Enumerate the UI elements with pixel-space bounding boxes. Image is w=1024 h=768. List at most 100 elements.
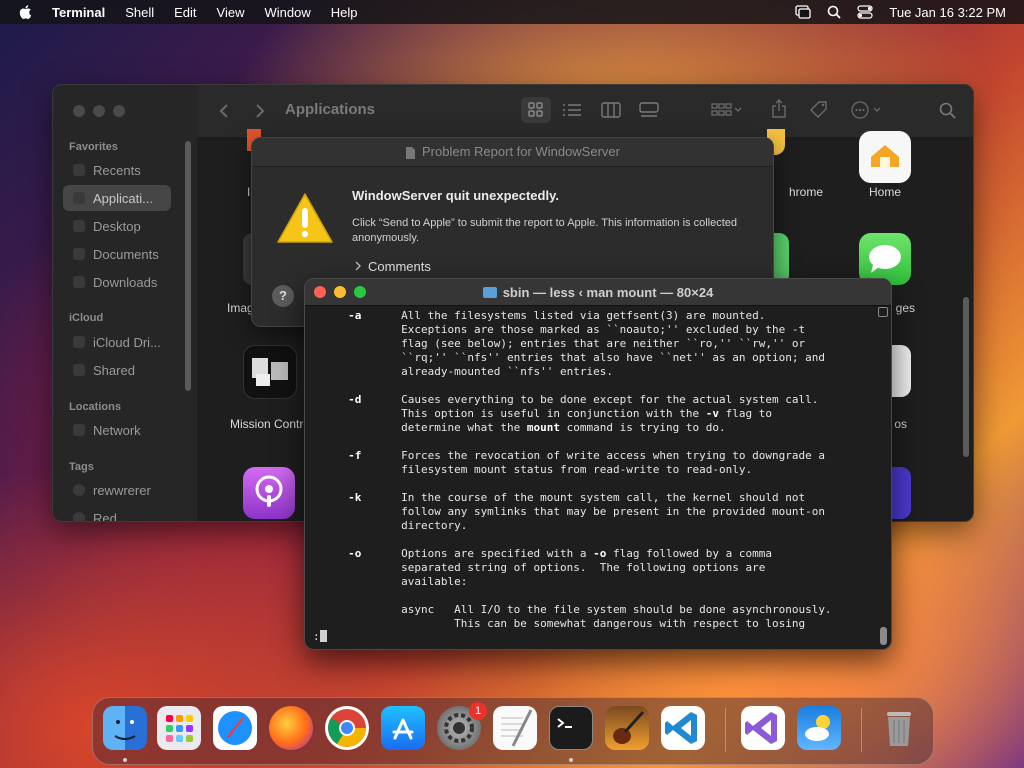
dialog-message: Click “Send to Apple” to submit the repo… — [352, 217, 737, 244]
sidebar-item-tag-rewwrerer[interactable]: rewwrerer — [63, 477, 171, 503]
sidebar-item-label: Red — [93, 510, 117, 522]
dialog-titlebar: Problem Report for WindowServer — [252, 138, 773, 167]
help-button[interactable]: ? — [272, 285, 294, 307]
guitar-icon — [613, 710, 645, 744]
sidebar-item-applications[interactable]: Applicati... — [63, 185, 171, 211]
terminal-titlebar: sbin — less ‹ man mount — 80×24 — [305, 279, 891, 306]
sidebar-item-label: Network — [93, 422, 141, 438]
cloud-icon — [73, 336, 85, 348]
compass-icon — [218, 711, 252, 745]
menu-view[interactable]: View — [217, 5, 245, 20]
app-store-icon[interactable] — [381, 706, 425, 750]
menu-bar: Terminal Shell Edit View Window Help Tue… — [0, 0, 1024, 24]
dock-separator — [861, 708, 862, 752]
sidebar-item-label: Desktop — [93, 218, 141, 234]
sidebar-item-network[interactable]: Network — [63, 417, 171, 443]
trash-icon[interactable] — [877, 706, 921, 750]
sidebar-item-label: Shared — [93, 362, 135, 378]
menu-help[interactable]: Help — [331, 5, 358, 20]
terminal-title: sbin — less ‹ man mount — 80×24 — [305, 285, 891, 300]
app-label-home: Home — [868, 185, 901, 199]
screen-mirroring-icon[interactable] — [795, 5, 812, 19]
sidebar-item-desktop[interactable]: Desktop — [63, 213, 171, 239]
network-icon — [73, 424, 85, 436]
mission-control-icon[interactable] — [243, 345, 297, 399]
vscode-icon[interactable] — [661, 706, 705, 750]
spotlight-search-icon[interactable] — [827, 5, 842, 19]
back-chevron-icon[interactable] — [219, 103, 229, 119]
sidebar-item-documents[interactable]: Documents — [63, 241, 171, 267]
garageband-icon[interactable] — [605, 706, 649, 750]
menu-window[interactable]: Window — [265, 5, 311, 20]
prompt-char: : — [313, 630, 320, 643]
shared-folder-icon — [73, 364, 85, 376]
download-icon — [73, 276, 85, 288]
search-icon[interactable] — [939, 102, 956, 119]
sidebar-item-tag-red[interactable]: Red — [63, 505, 171, 522]
terminal-icon[interactable] — [549, 706, 593, 750]
comments-disclosure[interactable]: Comments — [354, 259, 431, 274]
textedit-icon[interactable] — [493, 706, 537, 750]
safari-icon[interactable] — [213, 706, 257, 750]
menu-app-name[interactable]: Terminal — [52, 5, 105, 20]
control-center-icon[interactable] — [857, 5, 874, 19]
notification-badge: 1 — [469, 702, 487, 720]
finder-window-title: Applications — [285, 101, 376, 118]
menu-edit[interactable]: Edit — [174, 5, 196, 20]
apple-menu-icon[interactable] — [18, 4, 34, 20]
tag-dot-icon — [73, 484, 85, 496]
text-cursor — [319, 630, 327, 642]
sidebar-item-label: Documents — [93, 246, 159, 262]
forward-chevron-icon[interactable] — [255, 103, 265, 119]
finder-face-icon — [114, 720, 136, 740]
close-button[interactable] — [73, 105, 85, 117]
zoom-button[interactable] — [113, 105, 125, 117]
group-by-icon[interactable] — [711, 102, 743, 118]
finder-toolbar: Applications — [197, 85, 973, 138]
chrome-logo-icon — [328, 709, 366, 747]
comments-label: Comments — [368, 259, 431, 274]
sidebar-item-shared[interactable]: Shared — [63, 357, 171, 383]
home-app-icon[interactable] — [859, 131, 911, 183]
sidebar-item-recents[interactable]: Recents — [63, 157, 171, 183]
terminal-output[interactable]: -a All the filesystems listed via getfse… — [315, 309, 875, 631]
terminal-title-text: sbin — less ‹ man mount — 80×24 — [502, 285, 714, 300]
menu-shell[interactable]: Shell — [125, 5, 154, 20]
trash-can-icon — [887, 712, 911, 746]
weather-icon[interactable] — [797, 706, 841, 750]
chrome-icon[interactable] — [325, 706, 369, 750]
finder-scrollbar[interactable] — [963, 297, 969, 457]
sidebar-item-label: rewwrerer — [93, 482, 151, 498]
terminal-scrollbar[interactable] — [880, 627, 887, 645]
column-view-icon[interactable] — [601, 102, 621, 118]
sidebar-item-downloads[interactable]: Downloads — [63, 269, 171, 295]
running-indicator — [569, 758, 573, 762]
sidebar-scrollbar[interactable] — [185, 141, 191, 391]
more-actions-icon[interactable] — [851, 101, 885, 119]
terminal-prompt[interactable]: : — [313, 630, 327, 643]
finder-icon[interactable] — [103, 706, 147, 750]
cloud-sun-icon — [805, 715, 830, 741]
terminal-window: sbin — less ‹ man mount — 80×24 -a All t… — [304, 278, 892, 650]
list-view-icon[interactable] — [563, 103, 581, 117]
podcasts-app-icon[interactable] — [243, 467, 295, 519]
sidebar-header-tags: Tags — [69, 461, 94, 473]
house-icon — [871, 145, 899, 167]
minimize-button[interactable] — [93, 105, 105, 117]
gallery-view-icon[interactable] — [639, 102, 659, 118]
sidebar-item-icloud-drive[interactable]: iCloud Dri... — [63, 329, 171, 355]
launchpad-icon[interactable] — [157, 706, 201, 750]
tag-icon[interactable] — [809, 100, 829, 120]
grid-icon — [528, 102, 543, 117]
icon-view-button[interactable] — [521, 97, 551, 123]
warning-icon — [277, 193, 333, 243]
sidebar-header-favorites: Favorites — [69, 141, 118, 153]
share-icon[interactable] — [771, 99, 787, 119]
menu-bar-clock[interactable]: Tue Jan 16 3:22 PM — [889, 5, 1006, 20]
sidebar-item-label: Downloads — [93, 274, 158, 290]
sidebar-item-label: Applicati... — [93, 190, 153, 206]
dock-separator — [725, 708, 726, 752]
firefox-icon[interactable] — [269, 706, 313, 750]
sidebar-item-label: Recents — [93, 162, 141, 178]
visual-studio-icon[interactable] — [741, 706, 785, 750]
